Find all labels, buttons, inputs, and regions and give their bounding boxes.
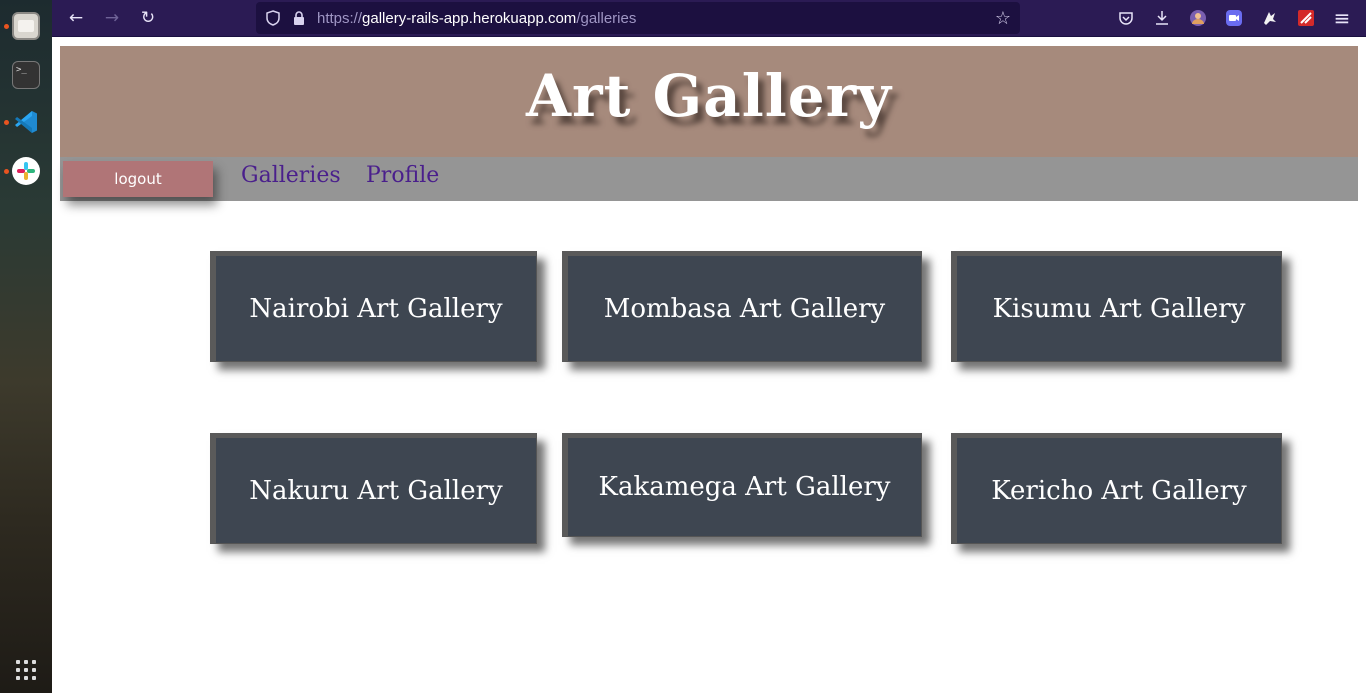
downloads-icon[interactable]: [1150, 6, 1174, 30]
gallery-card[interactable]: Nairobi Art Gallery: [210, 251, 537, 362]
gallery-card[interactable]: Nakuru Art Gallery: [210, 433, 537, 544]
header-banner: Art Gallery: [60, 46, 1358, 157]
terminal-icon[interactable]: >_: [12, 61, 40, 89]
vscode-icon[interactable]: [12, 108, 40, 136]
url-scheme: https://: [317, 10, 363, 27]
url-bar[interactable]: https://gallery-rails-app.herokuapp.com/…: [256, 2, 1020, 34]
files-icon[interactable]: [12, 12, 40, 40]
shield-icon[interactable]: [264, 9, 282, 27]
pocket-icon[interactable]: [1114, 6, 1138, 30]
account-avatar-icon[interactable]: [1186, 6, 1210, 30]
gallery-card[interactable]: Mombasa Art Gallery: [562, 251, 922, 362]
forward-icon[interactable]: →: [100, 6, 124, 30]
red-extension-icon[interactable]: [1294, 6, 1318, 30]
logout-button[interactable]: logout: [63, 161, 213, 197]
gallery-card[interactable]: Kericho Art Gallery: [951, 433, 1282, 544]
app-grid-icon[interactable]: [14, 658, 38, 682]
nav-link-profile[interactable]: Profile: [366, 163, 439, 188]
lock-icon[interactable]: [290, 9, 308, 27]
navbar: logout Galleries Profile: [60, 157, 1358, 201]
gallery-card[interactable]: Kakamega Art Gallery: [562, 433, 922, 537]
back-icon[interactable]: ←: [64, 6, 88, 30]
browser-toolbar: ← → ↻ https://gallery-rails-app.herokuap…: [52, 0, 1366, 37]
running-indicator: [4, 24, 9, 29]
slack-icon[interactable]: [12, 157, 40, 185]
url-text[interactable]: https://gallery-rails-app.herokuapp.com/…: [317, 10, 636, 27]
url-path: /galleries: [576, 10, 637, 27]
url-host: gallery-rails-app.herokuapp.com: [362, 10, 577, 27]
extension-icon[interactable]: [1258, 6, 1282, 30]
ubuntu-dock: >_: [0, 0, 52, 693]
page-content: Art Gallery logout Galleries Profile Nai…: [52, 38, 1366, 693]
gallery-card[interactable]: Kisumu Art Gallery: [951, 251, 1282, 362]
reload-icon[interactable]: ↻: [136, 6, 160, 30]
menu-icon[interactable]: ≡: [1330, 6, 1354, 30]
video-extension-icon[interactable]: [1222, 6, 1246, 30]
running-indicator: [4, 169, 9, 174]
bookmark-star-icon[interactable]: ☆: [994, 8, 1012, 29]
nav-link-galleries[interactable]: Galleries: [241, 163, 341, 188]
page-title: Art Gallery: [526, 62, 892, 130]
running-indicator: [4, 120, 9, 125]
